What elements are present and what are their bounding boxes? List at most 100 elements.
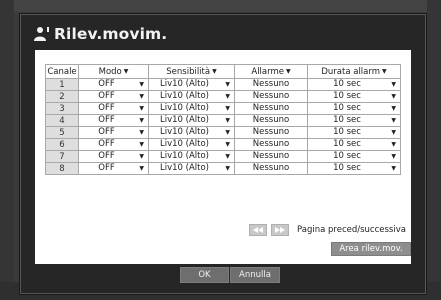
alarm-value: Nessuno bbox=[252, 163, 290, 173]
mode-cell[interactable]: OFF ▼ bbox=[78, 150, 149, 163]
column-header-mode[interactable]: Modo ▼ bbox=[78, 64, 149, 79]
alarm-cell[interactable]: Nessuno bbox=[234, 78, 308, 91]
column-header-sensitivity[interactable]: Sensibilità ▼ bbox=[148, 64, 235, 79]
fast-forward-icon bbox=[275, 227, 285, 233]
sensitivity-cell-value: Liv10 (Alto) bbox=[160, 103, 209, 113]
duration-cell[interactable]: 10 sec ▼ bbox=[307, 126, 401, 139]
table-row: 6 OFF ▼ Liv10 (Alto) ▼ Nessuno 10 sec ▼ bbox=[45, 138, 401, 151]
dialog-title: Rilev.movim. bbox=[54, 24, 168, 43]
alarm-value: Nessuno bbox=[252, 115, 290, 125]
duration-cell[interactable]: 10 sec ▼ bbox=[307, 114, 401, 127]
caret-down-icon: ▼ bbox=[225, 153, 230, 160]
column-header-label: Modo bbox=[98, 66, 122, 77]
alarm-value: Nessuno bbox=[252, 103, 290, 113]
mode-cell[interactable]: OFF ▼ bbox=[78, 162, 149, 175]
sensitivity-cell-value: Liv10 (Alto) bbox=[160, 151, 209, 161]
duration-cell-select[interactable]: 10 sec ▼ bbox=[308, 127, 400, 138]
mode-cell-select[interactable]: OFF ▼ bbox=[79, 139, 148, 150]
sensitivity-cell[interactable]: Liv10 (Alto) ▼ bbox=[148, 102, 235, 115]
sensitivity-cell-select[interactable]: Liv10 (Alto) ▼ bbox=[149, 127, 234, 138]
mode-cell-select[interactable]: OFF ▼ bbox=[79, 115, 148, 126]
sensitivity-cell-value: Liv10 (Alto) bbox=[160, 139, 209, 149]
caret-down-icon: ▼ bbox=[225, 129, 230, 136]
mode-cell-value: OFF bbox=[98, 115, 115, 125]
mode-cell-select[interactable]: OFF ▼ bbox=[79, 79, 148, 90]
mode-cell[interactable]: OFF ▼ bbox=[78, 138, 149, 151]
mode-cell[interactable]: OFF ▼ bbox=[78, 78, 149, 91]
column-header-channel: Canale bbox=[45, 64, 79, 79]
sensitivity-cell-select[interactable]: Liv10 (Alto) ▼ bbox=[149, 79, 234, 90]
sensitivity-cell-select[interactable]: Liv10 (Alto) ▼ bbox=[149, 103, 234, 114]
alarm-cell[interactable]: Nessuno bbox=[234, 114, 308, 127]
duration-cell-select[interactable]: 10 sec ▼ bbox=[308, 91, 400, 102]
alarm-cell[interactable]: Nessuno bbox=[234, 126, 308, 139]
mode-cell[interactable]: OFF ▼ bbox=[78, 102, 149, 115]
sensitivity-cell[interactable]: Liv10 (Alto) ▼ bbox=[148, 90, 235, 103]
caret-down-icon: ▼ bbox=[139, 105, 144, 112]
duration-cell[interactable]: 10 sec ▼ bbox=[307, 78, 401, 91]
sensitivity-cell[interactable]: Liv10 (Alto) ▼ bbox=[148, 114, 235, 127]
dialog-titlebar: Rilev.movim. bbox=[21, 15, 425, 49]
channel-number: 5 bbox=[45, 126, 79, 139]
sensitivity-cell-select[interactable]: Liv10 (Alto) ▼ bbox=[149, 115, 234, 126]
mode-cell-select[interactable]: OFF ▼ bbox=[79, 127, 148, 138]
next-page-button[interactable] bbox=[271, 224, 289, 236]
channel-number: 4 bbox=[45, 114, 79, 127]
table-row: 5 OFF ▼ Liv10 (Alto) ▼ Nessuno 10 sec ▼ bbox=[45, 126, 401, 139]
ok-button[interactable]: OK bbox=[180, 267, 229, 283]
caret-down-icon: ▼ bbox=[391, 129, 396, 136]
column-header-label: Canale bbox=[47, 66, 77, 77]
duration-cell[interactable]: 10 sec ▼ bbox=[307, 138, 401, 151]
mode-cell[interactable]: OFF ▼ bbox=[78, 126, 149, 139]
duration-cell-select[interactable]: 10 sec ▼ bbox=[308, 103, 400, 114]
alarm-value: Nessuno bbox=[252, 139, 290, 149]
duration-cell-value: 10 sec bbox=[333, 139, 361, 149]
sensitivity-cell-value: Liv10 (Alto) bbox=[160, 127, 209, 137]
duration-cell-select[interactable]: 10 sec ▼ bbox=[308, 151, 400, 162]
duration-cell-select[interactable]: 10 sec ▼ bbox=[308, 163, 400, 174]
sensitivity-cell[interactable]: Liv10 (Alto) ▼ bbox=[148, 162, 235, 175]
sensitivity-cell[interactable]: Liv10 (Alto) ▼ bbox=[148, 78, 235, 91]
channel-table: Canale Modo ▼ Sensibilità ▼ Allarme ▼ Durat… bbox=[45, 64, 401, 175]
mode-cell[interactable]: OFF ▼ bbox=[78, 90, 149, 103]
table-row: 7 OFF ▼ Liv10 (Alto) ▼ Nessuno 10 sec ▼ bbox=[45, 150, 401, 163]
duration-cell-select[interactable]: 10 sec ▼ bbox=[308, 79, 400, 90]
sensitivity-cell-select[interactable]: Liv10 (Alto) ▼ bbox=[149, 151, 234, 162]
mode-cell-select[interactable]: OFF ▼ bbox=[79, 151, 148, 162]
column-header-duration[interactable]: Durata allarm ▼ bbox=[307, 64, 401, 79]
sensitivity-cell-select[interactable]: Liv10 (Alto) ▼ bbox=[149, 163, 234, 174]
channel-number: 2 bbox=[45, 90, 79, 103]
alarm-cell[interactable]: Nessuno bbox=[234, 102, 308, 115]
channel-number: 8 bbox=[45, 162, 79, 175]
sensitivity-cell-select[interactable]: Liv10 (Alto) ▼ bbox=[149, 139, 234, 150]
prev-page-button[interactable] bbox=[249, 224, 267, 236]
duration-cell-value: 10 sec bbox=[333, 115, 361, 125]
caret-down-icon: ▼ bbox=[382, 67, 387, 75]
duration-cell[interactable]: 10 sec ▼ bbox=[307, 162, 401, 175]
sensitivity-cell-value: Liv10 (Alto) bbox=[160, 79, 209, 89]
mode-cell-select[interactable]: OFF ▼ bbox=[79, 163, 148, 174]
sensitivity-cell-value: Liv10 (Alto) bbox=[160, 163, 209, 173]
mode-cell[interactable]: OFF ▼ bbox=[78, 114, 149, 127]
duration-cell[interactable]: 10 sec ▼ bbox=[307, 150, 401, 163]
cancel-button[interactable]: Annulla bbox=[230, 267, 280, 283]
alarm-cell[interactable]: Nessuno bbox=[234, 162, 308, 175]
sensitivity-cell[interactable]: Liv10 (Alto) ▼ bbox=[148, 150, 235, 163]
sensitivity-cell[interactable]: Liv10 (Alto) ▼ bbox=[148, 126, 235, 139]
sensitivity-cell[interactable]: Liv10 (Alto) ▼ bbox=[148, 138, 235, 151]
sensitivity-cell-value: Liv10 (Alto) bbox=[160, 91, 209, 101]
duration-cell-select[interactable]: 10 sec ▼ bbox=[308, 115, 400, 126]
alarm-cell[interactable]: Nessuno bbox=[234, 150, 308, 163]
duration-cell[interactable]: 10 sec ▼ bbox=[307, 90, 401, 103]
sensitivity-cell-select[interactable]: Liv10 (Alto) ▼ bbox=[149, 91, 234, 102]
alarm-value: Nessuno bbox=[252, 127, 290, 137]
mode-cell-select[interactable]: OFF ▼ bbox=[79, 91, 148, 102]
alarm-cell[interactable]: Nessuno bbox=[234, 90, 308, 103]
alarm-cell[interactable]: Nessuno bbox=[234, 138, 308, 151]
duration-cell-select[interactable]: 10 sec ▼ bbox=[308, 139, 400, 150]
column-header-alarm[interactable]: Allarme ▼ bbox=[234, 64, 308, 79]
detection-area-button[interactable]: Area rilev.mov. bbox=[331, 242, 411, 256]
duration-cell[interactable]: 10 sec ▼ bbox=[307, 102, 401, 115]
mode-cell-value: OFF bbox=[98, 139, 115, 149]
mode-cell-select[interactable]: OFF ▼ bbox=[79, 103, 148, 114]
